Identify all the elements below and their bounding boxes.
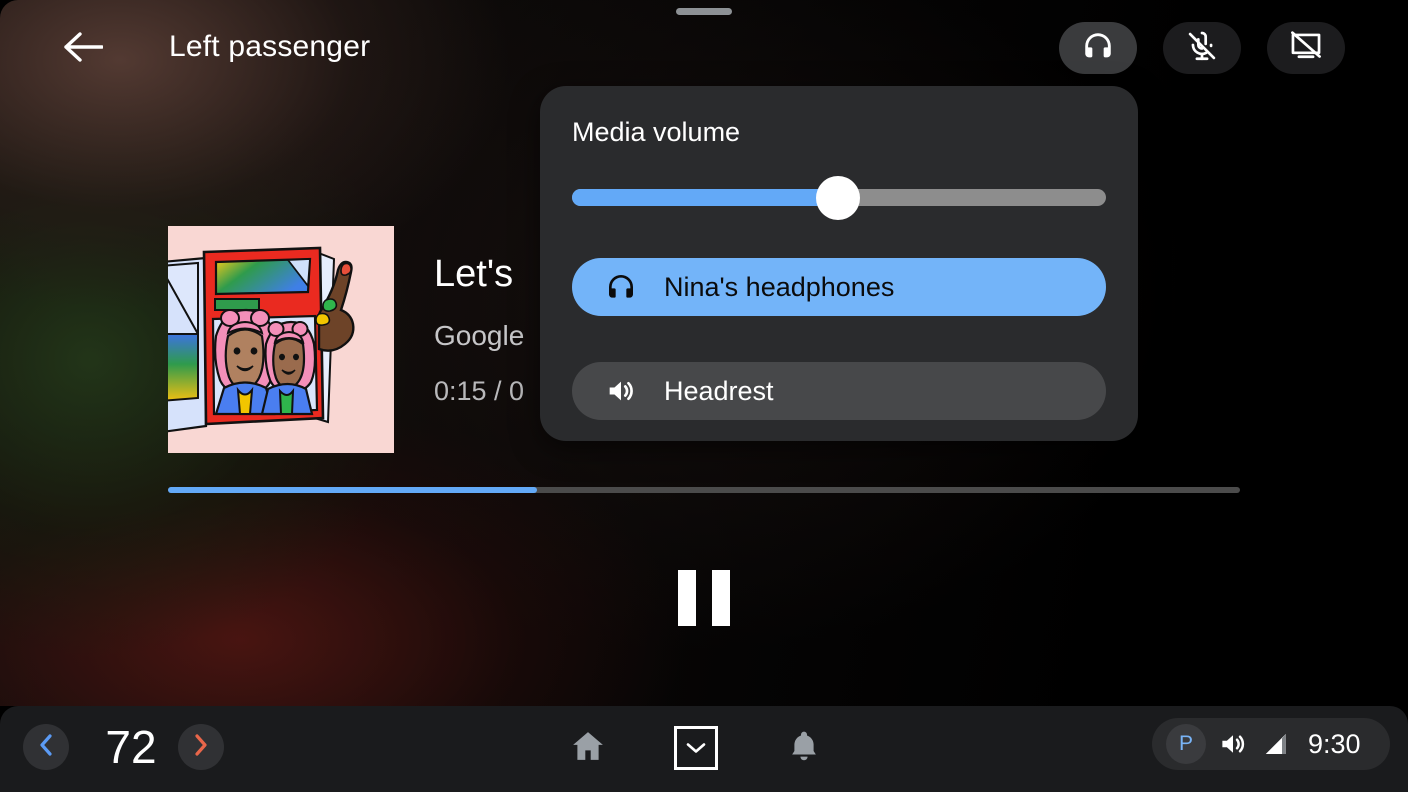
back-button[interactable] — [58, 24, 108, 74]
signal-bars-icon — [1262, 729, 1292, 759]
gear-indicator: P — [1166, 724, 1206, 764]
volume-slider-fill — [572, 189, 838, 206]
page-title: Left passenger — [169, 30, 371, 63]
mic-off-icon — [1185, 29, 1219, 68]
media-time: 0:15 / 0 — [434, 376, 525, 406]
chevron-left-icon — [36, 733, 56, 762]
chevron-down-boxed-icon — [674, 726, 718, 770]
nav-notifications-button[interactable] — [778, 722, 830, 774]
media-artist: Google — [434, 320, 525, 351]
car-media-screen: Left passenger Let's Google 0:15 / 0 Med… — [0, 0, 1408, 792]
device-option-ninas-headphones[interactable]: Nina's headphones — [572, 258, 1106, 316]
media-progress-bar[interactable] — [168, 487, 1240, 493]
media-progress-fill — [168, 487, 537, 493]
pause-button[interactable] — [662, 562, 746, 634]
screen-off-toggle-button[interactable] — [1267, 22, 1345, 74]
media-title: Let's — [434, 253, 514, 295]
headphones-icon — [1081, 29, 1115, 68]
nav-apps-button[interactable] — [670, 722, 722, 774]
pause-icon — [678, 570, 696, 626]
arrow-left-icon — [63, 30, 104, 69]
pause-icon-bar-2 — [712, 570, 730, 626]
chevron-right-icon — [191, 733, 211, 762]
temperature-value: 72 — [105, 721, 157, 773]
screen-off-icon — [1289, 29, 1323, 68]
headphones-toggle-button[interactable] — [1059, 22, 1137, 74]
top-app-bar: Left passenger — [0, 0, 1408, 96]
speaker-volume-icon[interactable] — [1218, 729, 1248, 759]
temperature-increase-button[interactable] — [178, 724, 224, 770]
nav-home-button[interactable] — [562, 722, 614, 774]
status-cluster[interactable]: P 9:30 — [1152, 718, 1390, 770]
device-label: Headrest — [664, 375, 774, 406]
temperature-decrease-button[interactable] — [23, 724, 69, 770]
bell-icon — [786, 727, 822, 770]
device-label: Nina's headphones — [664, 271, 895, 302]
device-option-headrest[interactable]: Headrest — [572, 362, 1106, 420]
mic-off-toggle-button[interactable] — [1163, 22, 1241, 74]
status-clock: 9:30 — [1308, 728, 1361, 759]
home-icon — [569, 727, 607, 770]
media-info: Let's Google 0:15 / 0 — [434, 248, 540, 438]
volume-slider-thumb[interactable] — [816, 176, 860, 220]
album-art — [168, 226, 394, 453]
speaker-volume-icon — [600, 375, 642, 407]
media-volume-slider[interactable] — [572, 176, 1106, 220]
media-volume-popup: Media volume Nina's headphones Headrest — [540, 86, 1138, 441]
headphones-icon — [600, 271, 642, 303]
media-volume-title: Media volume — [572, 117, 741, 147]
